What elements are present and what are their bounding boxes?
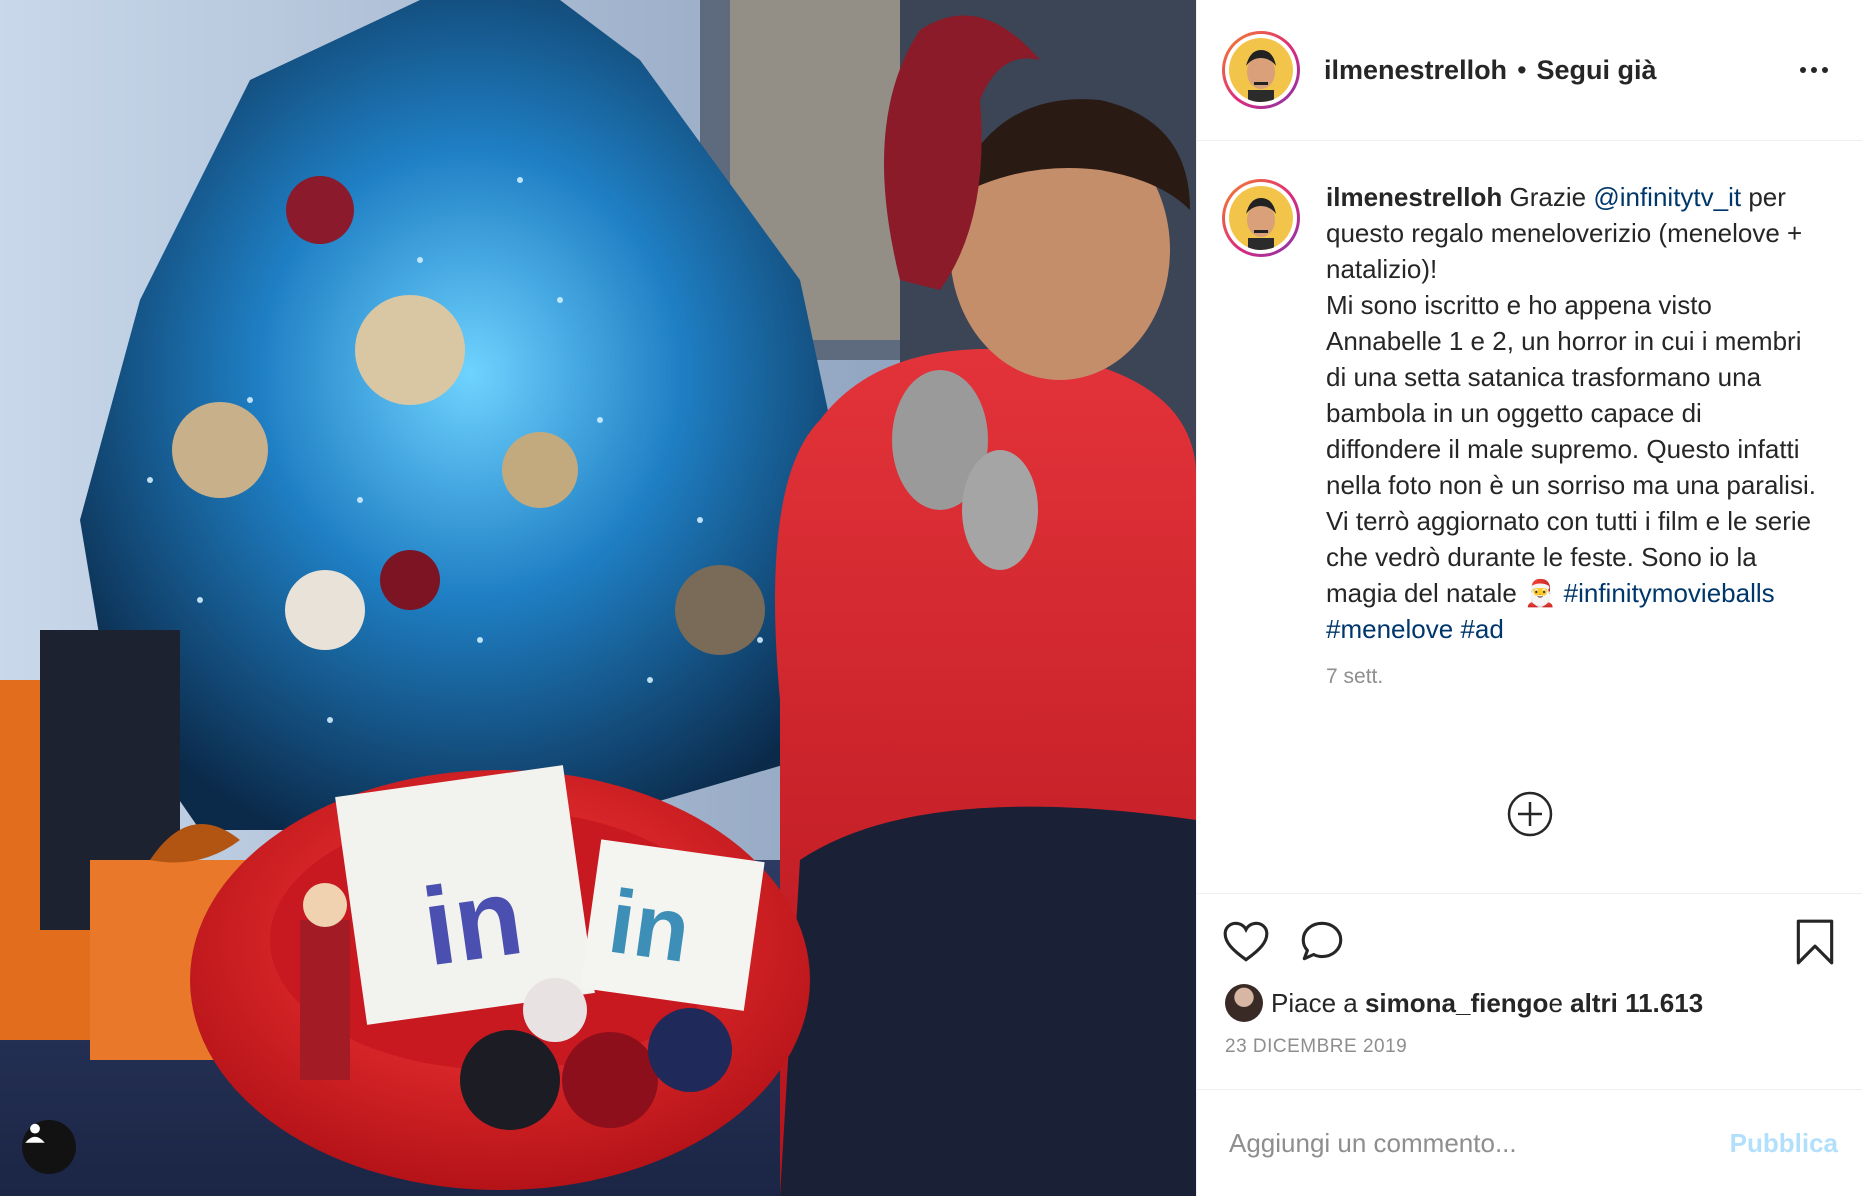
plus-circle-icon[interactable]	[1505, 789, 1555, 839]
photo-illustration: in in	[0, 0, 1196, 1196]
action-bar	[1221, 912, 1838, 972]
user-icon	[25, 1123, 45, 1143]
hashtag-link[interactable]: #menelove	[1326, 614, 1453, 644]
mention-link[interactable]: @infinitytv_it	[1593, 182, 1741, 212]
likes-summary: Piace a simona_fiengo e altri 11.613	[1221, 984, 1838, 1022]
separator-dot: •	[1517, 54, 1527, 85]
post-side-panel: ilmenestrelloh • Segui già ilmenestrello…	[1196, 0, 1862, 1196]
cartoon-face-icon	[1246, 198, 1276, 250]
svg-text:in: in	[603, 872, 696, 982]
hashtag-link[interactable]: #ad	[1460, 614, 1503, 644]
liker-avatar[interactable]	[1225, 984, 1263, 1022]
follow-status-button[interactable]: Segui già	[1537, 55, 1657, 86]
liker-username[interactable]: simona_fiengo	[1365, 988, 1548, 1019]
tagged-users-button[interactable]	[22, 1120, 76, 1174]
hashtag-link[interactable]: #infinitymovieballs	[1564, 578, 1775, 608]
comment-input[interactable]	[1229, 1127, 1730, 1159]
avatar[interactable]	[1222, 31, 1300, 109]
comments-section: ilmenestrelloh Grazie @infinitytv_it per…	[1197, 141, 1862, 893]
avatar-image	[1229, 38, 1293, 102]
cartoon-face-icon	[1246, 50, 1276, 102]
svg-text:in: in	[416, 854, 530, 989]
post-photo[interactable]: in in	[0, 0, 1196, 1196]
more-horizontal-icon	[1800, 67, 1806, 73]
actions-section: Piace a simona_fiengo e altri 11.613 23 …	[1197, 893, 1862, 1058]
bookmark-icon[interactable]	[1792, 917, 1838, 967]
santa-emoji: 🎅	[1524, 578, 1557, 608]
header-username[interactable]: ilmenestrelloh	[1324, 55, 1507, 86]
caption-username[interactable]: ilmenestrelloh	[1326, 182, 1502, 212]
more-options-button[interactable]	[1790, 57, 1838, 83]
heart-icon[interactable]	[1221, 917, 1271, 967]
add-comment-bar: Pubblica	[1197, 1089, 1862, 1196]
caption-avatar[interactable]	[1222, 179, 1300, 257]
caption-text: ilmenestrelloh Grazie @infinitytv_it per…	[1326, 182, 1816, 644]
post-date[interactable]: 23 DICEMBRE 2019	[1225, 1036, 1838, 1058]
comment-icon[interactable]	[1297, 917, 1347, 967]
caption: ilmenestrelloh Grazie @infinitytv_it per…	[1222, 179, 1838, 647]
likes-count-link[interactable]: altri 11.613	[1570, 988, 1703, 1019]
publish-button[interactable]: Pubblica	[1730, 1128, 1838, 1159]
caption-timestamp[interactable]: 7 sett.	[1326, 665, 1838, 689]
load-more-comments	[1197, 789, 1862, 839]
post-header: ilmenestrelloh • Segui già	[1197, 0, 1862, 141]
